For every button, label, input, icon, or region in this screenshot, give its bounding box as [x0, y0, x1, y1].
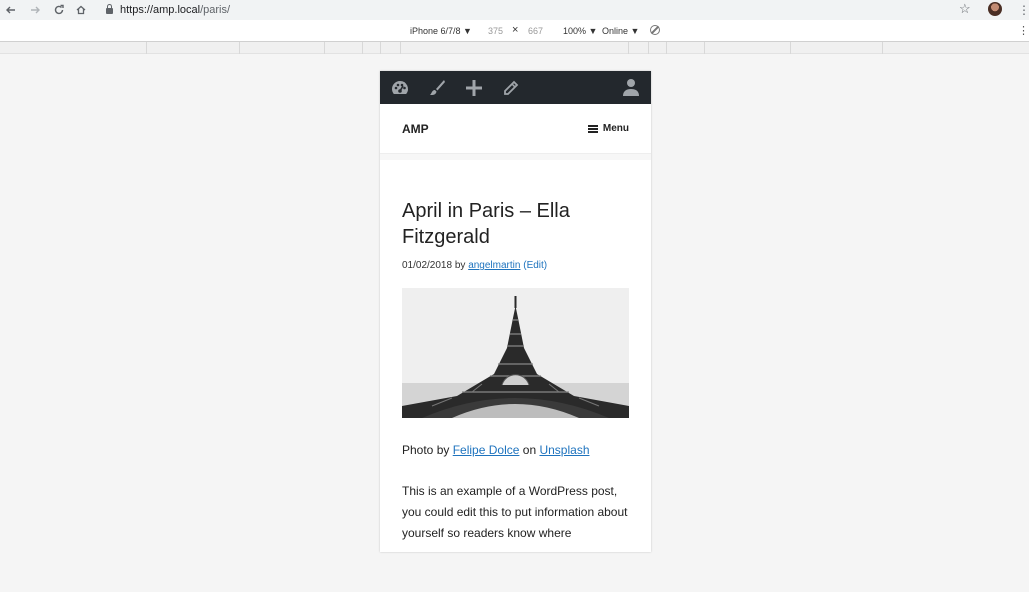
- wp-admin-bar: [380, 71, 651, 104]
- back-icon[interactable]: [0, 1, 22, 19]
- post-body: This is an example of a WordPress post, …: [402, 484, 628, 540]
- image-caption: Photo by Felipe Dolce on Unsplash: [402, 443, 629, 457]
- ruler-tick: [362, 42, 363, 54]
- dashboard-icon[interactable]: [390, 78, 410, 98]
- ruler-tick: [380, 42, 381, 54]
- eiffel-tower-image: [402, 288, 629, 418]
- customize-brush-icon[interactable]: [427, 78, 447, 98]
- menu-label: Menu: [602, 123, 629, 134]
- bookmark-star-icon[interactable]: ☆: [959, 1, 971, 17]
- media-query-ruler[interactable]: [0, 42, 1029, 54]
- menu-button[interactable]: Menu: [587, 123, 629, 134]
- site-title[interactable]: AMP: [402, 122, 429, 136]
- ruler-tick: [666, 42, 667, 54]
- caption-prefix: Photo by: [402, 443, 450, 457]
- photographer-link[interactable]: Felipe Dolce: [453, 443, 520, 457]
- ruler-tick: [146, 42, 147, 54]
- post-article: April in Paris – Ella Fitzgerald 01/02/2…: [380, 160, 651, 544]
- device-toolbar: iPhone 6/7/8 ▼ 375 × 667 100% ▼ Online ▼…: [0, 20, 1029, 42]
- edit-link[interactable]: (Edit): [523, 260, 547, 271]
- home-icon[interactable]: [70, 1, 92, 19]
- post-meta: 01/02/2018 by angelmartin (Edit): [402, 260, 629, 271]
- ruler-tick: [704, 42, 705, 54]
- post-title: April in Paris – Ella Fitzgerald: [402, 200, 570, 248]
- hamburger-icon: [587, 124, 598, 133]
- device-viewport: AMP Menu April in Paris – Ella Fitzgeral…: [380, 71, 651, 552]
- ruler-tick: [882, 42, 883, 54]
- caption-on: on: [522, 443, 537, 457]
- ruler-tick: [239, 42, 240, 54]
- user-icon[interactable]: [621, 77, 641, 97]
- post-date: 01/02/2018: [402, 260, 453, 271]
- viewport-width-input[interactable]: 375: [488, 26, 503, 36]
- unsplash-link[interactable]: Unsplash: [539, 443, 589, 457]
- site-header: AMP Menu: [380, 104, 651, 154]
- ruler-tick: [790, 42, 791, 54]
- rotate-icon[interactable]: [650, 25, 660, 35]
- author-link[interactable]: angelmartin: [468, 260, 520, 271]
- ruler-tick: [324, 42, 325, 54]
- viewport-height-input[interactable]: 667: [528, 26, 543, 36]
- browser-toolbar: https://amp.local/paris/ ☆ ⋮: [0, 0, 1029, 20]
- url-path: /paris/: [200, 3, 231, 16]
- zoom-select[interactable]: 100% ▼: [563, 26, 597, 36]
- device-select[interactable]: iPhone 6/7/8 ▼: [410, 26, 472, 36]
- lock-icon: [106, 3, 113, 14]
- new-content-icon[interactable]: [464, 78, 484, 98]
- dimension-separator: ×: [512, 24, 519, 36]
- reload-icon[interactable]: [48, 1, 70, 19]
- ruler-tick: [648, 42, 649, 54]
- device-toolbar-menu-icon[interactable]: ⋮: [1018, 24, 1029, 37]
- browser-menu-icon[interactable]: ⋮: [1018, 3, 1029, 17]
- url-host: https://amp.local: [120, 3, 201, 16]
- forward-icon[interactable]: [24, 1, 46, 19]
- profile-avatar[interactable]: [988, 2, 1002, 16]
- ruler-tick: [628, 42, 629, 54]
- ruler-tick: [400, 42, 401, 54]
- edit-pencil-icon[interactable]: [501, 78, 521, 98]
- network-throttle-select[interactable]: Online ▼: [602, 26, 639, 36]
- post-by: by: [454, 260, 466, 271]
- address-bar[interactable]: https://amp.local/paris/: [100, 1, 980, 18]
